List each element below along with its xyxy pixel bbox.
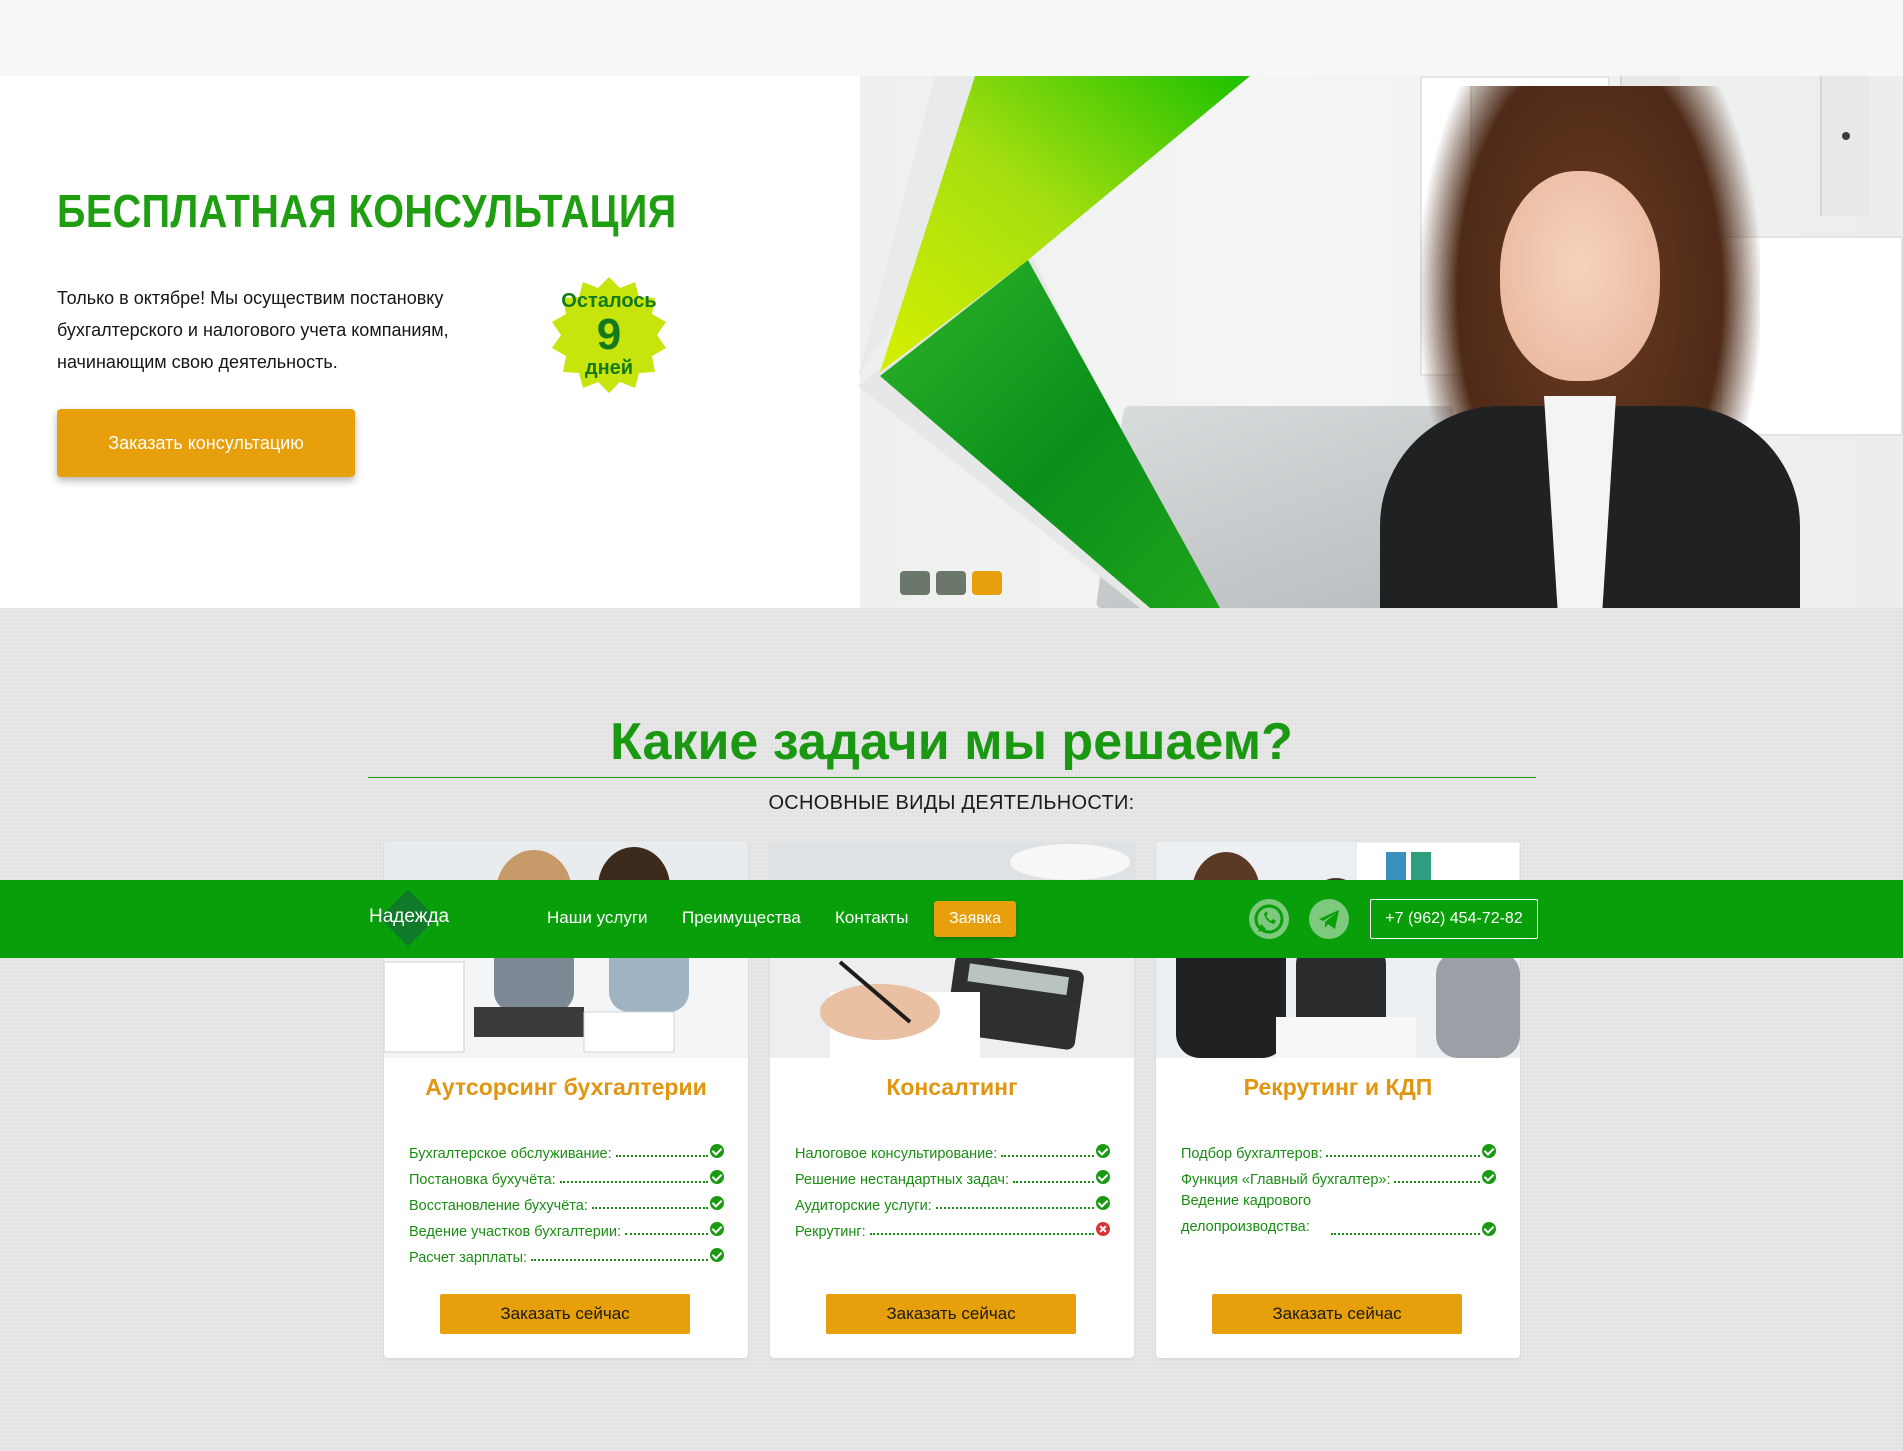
feature-list: Налоговое консультирование: Решение нест…	[795, 1136, 1110, 1240]
order-now-button[interactable]: Заказать сейчас	[440, 1294, 690, 1334]
whatsapp-icon[interactable]	[1249, 899, 1289, 939]
feature-item: Ведение кадрового делопроизводства:	[1181, 1188, 1496, 1240]
top-bar	[0, 0, 1903, 76]
feature-item: Расчет зарплаты:	[409, 1240, 724, 1266]
card-title: Рекрутинг и КДП	[1243, 1074, 1433, 1100]
title-divider	[368, 777, 1536, 778]
feature-label: Ведение участков бухгалтерии:	[409, 1224, 622, 1240]
dotted-leader	[1001, 1155, 1094, 1157]
feature-label: Функция «Главный бухгалтер»:	[1181, 1172, 1391, 1188]
hero-text: Только в октябре! Мы осуществим постанов…	[57, 288, 449, 372]
dotted-leader	[869, 1233, 1094, 1235]
slider-dot-1[interactable]	[900, 571, 930, 595]
feature-label: Бухгалтерское обслуживание:	[409, 1146, 612, 1162]
dotted-leader	[1394, 1181, 1480, 1183]
nav-link-services[interactable]: Наши услуги	[547, 908, 648, 928]
countdown-badge: Осталось 9 дней	[540, 266, 678, 404]
services-section: Какие задачи мы решаем? ОСНОВНЫЕ ВИДЫ ДЕ…	[0, 608, 1903, 1451]
dotted-leader	[935, 1207, 1094, 1209]
dotted-leader	[591, 1207, 708, 1209]
feature-item: Рекрутинг:	[795, 1214, 1110, 1240]
feature-label: Постановка бухучёта:	[409, 1172, 556, 1188]
check-icon	[1096, 1170, 1110, 1184]
check-icon	[710, 1222, 724, 1236]
order-now-button[interactable]: Заказать сейчас	[826, 1294, 1076, 1334]
slider-dots	[900, 571, 1002, 595]
cross-icon	[1096, 1222, 1110, 1236]
check-icon	[1482, 1170, 1496, 1184]
badge-number: 9	[596, 310, 622, 359]
nav-request-button[interactable]: Заявка	[934, 901, 1016, 937]
feature-item: Функция «Главный бухгалтер»:	[1181, 1162, 1496, 1188]
card-title: Консалтинг	[886, 1074, 1018, 1100]
check-icon	[1482, 1222, 1496, 1236]
feature-item: Постановка бухучёта:	[409, 1162, 724, 1188]
feature-item: Аудиторские услуги:	[795, 1188, 1110, 1214]
slider-dot-3[interactable]	[972, 571, 1002, 595]
services-subtitle: ОСНОВНЫЕ ВИДЫ ДЕЯТЕЛЬНОСТИ:	[768, 792, 1135, 814]
check-icon	[1096, 1196, 1110, 1210]
check-icon	[1482, 1144, 1496, 1158]
badge-bottom: дней	[584, 357, 634, 379]
order-now-button[interactable]: Заказать сейчас	[1212, 1294, 1462, 1334]
services-title: Какие задачи мы решаем?	[610, 713, 1293, 771]
check-icon	[710, 1196, 724, 1210]
feature-label: Подбор бухгалтеров:	[1181, 1146, 1323, 1162]
dotted-leader	[531, 1259, 708, 1261]
feature-label: Ведение кадрового делопроизводства:	[1181, 1193, 1312, 1235]
nav-link-contacts[interactable]: Контакты	[835, 908, 908, 928]
feature-label: Налоговое консультирование:	[795, 1146, 998, 1162]
feature-item: Подбор бухгалтеров:	[1181, 1136, 1496, 1162]
dotted-leader	[625, 1233, 708, 1235]
check-icon	[710, 1248, 724, 1262]
dotted-leader	[559, 1181, 708, 1183]
nav-link-advantages[interactable]: Преимущества	[682, 908, 801, 928]
check-icon	[710, 1170, 724, 1184]
dotted-leader	[1013, 1181, 1094, 1183]
card-title: Аутсорсинг бухгалтерии	[425, 1074, 707, 1100]
dotted-leader	[1331, 1233, 1480, 1235]
feature-item: Ведение участков бухгалтерии:	[409, 1214, 724, 1240]
check-icon	[710, 1144, 724, 1158]
feature-list: Бухгалтерское обслуживание: Постановка б…	[409, 1136, 724, 1266]
dotted-leader	[615, 1155, 708, 1157]
feature-item: Бухгалтерское обслуживание:	[409, 1136, 724, 1162]
check-icon	[1096, 1144, 1110, 1158]
sticky-navbar: Надежда Наши услуги Преимущества Контакт…	[0, 880, 1903, 958]
feature-label: Расчет зарплаты:	[409, 1250, 528, 1266]
feature-label: Аудиторские услуги:	[795, 1198, 932, 1214]
telegram-icon[interactable]	[1309, 899, 1349, 939]
feature-item: Налоговое консультирование:	[795, 1136, 1110, 1162]
order-consultation-button[interactable]: Заказать консультацию	[57, 409, 355, 477]
feature-item: Восстановление бухучёта:	[409, 1188, 724, 1214]
slider-dot-2[interactable]	[936, 571, 966, 595]
feature-list: Подбор бухгалтеров: Функция «Главный бух…	[1181, 1136, 1496, 1240]
feature-item: Решение нестандартных задач:	[795, 1162, 1110, 1188]
feature-label: Рекрутинг:	[795, 1224, 866, 1240]
badge-top: Осталось	[561, 290, 657, 312]
dotted-leader	[1326, 1155, 1480, 1157]
site-logo[interactable]: Надежда	[369, 906, 449, 928]
feature-label: Восстановление бухучёта:	[409, 1198, 588, 1214]
hero-title: БЕСПЛАТНАЯ КОНСУЛЬТАЦИЯ	[57, 185, 677, 237]
hero-slider: БЕСПЛАТНАЯ КОНСУЛЬТАЦИЯ Только в октябре…	[0, 76, 1903, 608]
phone-button[interactable]: +7 (962) 454-72-82	[1370, 899, 1538, 939]
feature-label: Решение нестандартных задач:	[795, 1172, 1009, 1188]
